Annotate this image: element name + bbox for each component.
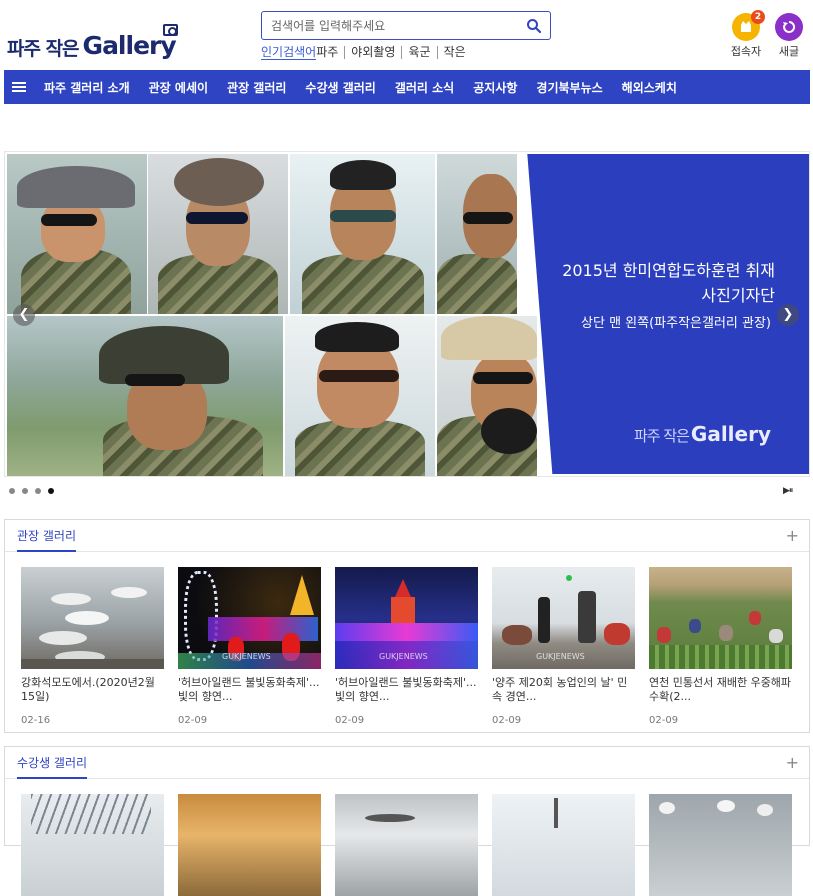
slider-dot[interactable] [22, 488, 28, 494]
nav-item-director-gallery[interactable]: 관장 갤러리 [227, 79, 286, 96]
gallery-card[interactable] [492, 794, 635, 896]
nav-item-about[interactable]: 파주 갤러리 소개 [44, 79, 130, 96]
plus-icon[interactable]: + [786, 526, 799, 545]
card-title: 연천 민통선서 재배한 우중해파 수확(2... [649, 676, 792, 703]
card-date: 02-09 [649, 715, 679, 726]
card-thumbnail [649, 794, 792, 896]
card-thumbnail [649, 567, 792, 669]
slide-watermark-logo: 파주 작은 Gallery [634, 422, 771, 446]
card-thumbnail [21, 567, 164, 669]
card-thumbnail [492, 794, 635, 896]
gallery-card[interactable] [21, 794, 164, 896]
visitors-count-badge: 2 [751, 10, 765, 24]
slide-photo [148, 154, 288, 314]
gallery-card[interactable]: GUKJENEWS '양주 제20회 농업인의 날' 민속 경연... 02-0… [492, 567, 635, 726]
slide-photo [7, 316, 283, 476]
nav-item-director-essay[interactable]: 관장 에세이 [149, 79, 208, 96]
card-title: '양주 제20회 농업인의 날' 민속 경연... [492, 676, 628, 703]
section-header: 관장 갤러리 + [5, 520, 809, 552]
slide-photo [290, 154, 435, 314]
nav-item-gyeonggi-news[interactable]: 경기북부뉴스 [536, 79, 602, 96]
site-header: 파주 작은 Gallery 인기검색어 파주 야외촬영 육군 작은 2 접속자 … [0, 0, 813, 70]
slider-dot[interactable] [9, 488, 15, 494]
visitors-icon: 2 [732, 10, 765, 41]
logo-korean-text: 파주 작은 [7, 38, 80, 60]
nav-item-overseas-sketch[interactable]: 해외스케치 [622, 79, 677, 96]
site-logo[interactable]: 파주 작은 Gallery [7, 22, 178, 60]
slide-photo [437, 154, 517, 314]
slide-title-line: 2015년 한미연합도하훈련 취재 [562, 261, 775, 280]
popular-term[interactable]: 파주 [316, 46, 344, 59]
slide-photo [437, 316, 537, 476]
popular-search-label: 인기검색어 [261, 45, 317, 60]
card-thumbnail: GUKJENEWS [178, 567, 321, 669]
card-title: '허브아일랜드 불빛동화축제'...빛의 향연... [178, 676, 320, 703]
slide-logo-korean: 파주 작은 [633, 427, 690, 445]
card-title: 강화석모도에서.(2020년2월 15일) [21, 676, 155, 703]
chevron-right-icon[interactable]: ❯ [777, 304, 799, 326]
hamburger-icon[interactable] [4, 70, 34, 104]
gallery-card[interactable]: GUKJENEWS '허브아일랜드 불빛동화축제'...빛의 향연... 02-… [335, 567, 478, 726]
section-title[interactable]: 관장 갤러리 [17, 527, 77, 552]
search-icon[interactable] [526, 18, 542, 34]
card-thumbnail: GUKJENEWS [492, 567, 635, 669]
search-input[interactable] [262, 12, 512, 39]
new-posts-label: 새글 [778, 45, 800, 58]
card-title: '허브아일랜드 불빛동화축제'...빛의 향연... [335, 676, 477, 703]
slide-logo-english: Gallery [690, 422, 771, 446]
logo-gallery-word: Gallery [82, 31, 177, 60]
card-thumbnail [21, 794, 164, 896]
popular-term[interactable]: 육군 [401, 46, 436, 59]
popular-term[interactable]: 야외촬영 [344, 46, 401, 59]
chevron-left-icon[interactable]: ❮ [13, 304, 35, 326]
slider-dot-active[interactable] [48, 488, 54, 494]
director-gallery-section: 관장 갤러리 + 강화석모도에서.(2020년2월 15일) 02-16 GUK… [4, 519, 810, 733]
card-date: 02-09 [178, 715, 208, 726]
nav-item-gallery-news[interactable]: 갤러리 소식 [395, 79, 454, 96]
card-thumbnail: GUKJENEWS [335, 567, 478, 669]
hero-slider: 2015년 한미연합도하훈련 취재 사진기자단 상단 맨 왼쪽(파주작은갤러리 … [4, 151, 810, 477]
gallery-card-list: 강화석모도에서.(2020년2월 15일) 02-16 GUKJENEWS '허… [21, 567, 792, 726]
card-date: 02-09 [492, 715, 522, 726]
slide-photo [7, 154, 147, 314]
visitors-label: 접속자 [730, 45, 762, 58]
slider-dot[interactable] [35, 488, 41, 494]
card-date: 02-09 [335, 715, 365, 726]
gallery-card[interactable] [649, 794, 792, 896]
refresh-icon [775, 13, 803, 41]
slide-photo [285, 316, 435, 476]
thumbnail-watermark: GUKJENEWS [222, 652, 271, 661]
plus-icon[interactable]: + [786, 753, 799, 772]
thumbnail-watermark: GUKJENEWS [536, 652, 585, 661]
gallery-card-list [21, 794, 792, 896]
main-navigation: 파주 갤러리 소개 관장 에세이 관장 갤러리 수강생 갤러리 갤러리 소식 공… [4, 70, 810, 104]
nav-item-student-gallery[interactable]: 수강생 갤러리 [305, 79, 375, 96]
slider-play-pause-control[interactable]: ▶⏸ [783, 486, 793, 496]
gallery-card[interactable]: 연천 민통선서 재배한 우중해파 수확(2... 02-09 [649, 567, 792, 726]
slide-title-line: 사진기자단 [701, 286, 775, 305]
gallery-card[interactable]: 강화석모도에서.(2020년2월 15일) 02-16 [21, 567, 164, 726]
nav-item-notices[interactable]: 공지사항 [473, 79, 517, 96]
card-date: 02-16 [21, 715, 51, 726]
new-posts-button[interactable]: 새글 [769, 13, 809, 59]
camera-icon [162, 24, 178, 36]
popular-term[interactable]: 작은 [436, 46, 472, 59]
card-thumbnail [335, 794, 478, 896]
gallery-card[interactable]: GUKJENEWS '허브아일랜드 불빛동화축제'...빛의 향연... 02-… [178, 567, 321, 726]
section-title[interactable]: 수강생 갤러리 [17, 754, 88, 779]
thumbnail-watermark: GUKJENEWS [379, 652, 428, 661]
section-header: 수강생 갤러리 + [5, 747, 809, 779]
gallery-card[interactable] [335, 794, 478, 896]
slider-pagination [9, 488, 54, 494]
card-thumbnail [178, 794, 321, 896]
popular-search-terms: 인기검색어 파주 야외촬영 육군 작은 [261, 45, 472, 60]
slide-title: 2015년 한미연합도하훈련 취재 사진기자단 [562, 258, 775, 308]
student-gallery-section: 수강생 갤러리 + [4, 746, 810, 896]
gallery-card[interactable] [178, 794, 321, 896]
slide-subtitle: 상단 맨 왼쪽(파주작은갤러리 관장) [581, 316, 771, 331]
logo-english-text: Gallery [82, 24, 178, 60]
search-box [261, 11, 551, 40]
visitors-button[interactable]: 2 접속자 [726, 10, 766, 59]
